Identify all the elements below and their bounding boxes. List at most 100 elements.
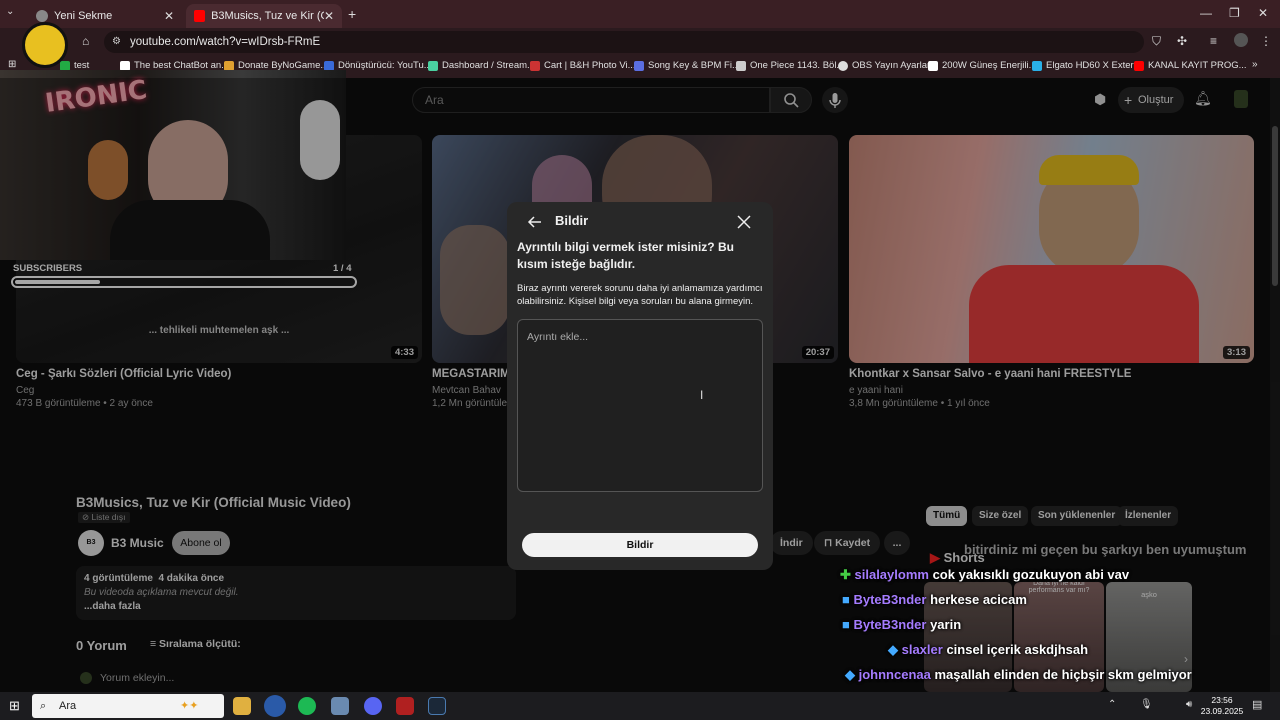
dialog-title: Bildir [555, 213, 589, 228]
elgato-icon [1032, 60, 1042, 71]
tab-label: Yeni Sekme [54, 10, 113, 22]
report-submit-button[interactable]: Bildir [522, 533, 758, 557]
report-dialog: Bildir Ayrıntılı bilgi vermek ister misi… [507, 202, 773, 570]
system-clock[interactable]: 23:56 23.09.2025 [1200, 695, 1244, 717]
bookmark-label: Cart | B&H Photo Vi... [544, 60, 636, 71]
chat-text: cinsel içerik askdjhsah [946, 642, 1089, 657]
url-text: youtube.com/watch?v=wIDrsb-FRmE [130, 36, 321, 48]
badge-icon: ◆ [845, 667, 859, 682]
tab-label: B3Musics, Tuz ve Kir (Official M [211, 10, 324, 22]
taskbar-search[interactable]: ⌕ Ara ✦✦ [32, 694, 224, 718]
song-key-icon [634, 60, 644, 71]
chat-username: ByteB3nder [853, 617, 927, 632]
chat-message: ◆ slaxler cinsel içerik askdjhsah [888, 642, 1088, 658]
close-tab-icon[interactable]: ✕ [164, 9, 174, 23]
k-icon [60, 60, 70, 71]
chat-text: herkese acicam [930, 592, 1027, 607]
screen: ⌄ Yeni Sekme ✕ B3Musics, Tuz ve Kir (Off… [0, 0, 1280, 720]
streamlabs-icon [428, 60, 438, 71]
chat-message: ■ ByteB3nder herkese acicam [842, 592, 1027, 607]
bookmark-item[interactable]: Song Key & BPM Fi... [634, 60, 740, 71]
tab-search-icon[interactable]: ⌄ [6, 6, 14, 17]
voicemeeter-icon[interactable] [396, 697, 414, 715]
windows-start-icon[interactable]: ⊞ [9, 698, 20, 714]
mic-tray-icon[interactable]: 🎙︎ [1140, 699, 1153, 710]
menu-icon[interactable]: ⋮ [1260, 34, 1272, 48]
bookmark-label: Elgato HD60 X Exter... [1046, 60, 1142, 71]
bookmark-item[interactable]: Elgato HD60 X Exter... [1032, 60, 1141, 71]
file-explorer-icon[interactable] [233, 697, 251, 715]
clock-time: 23:56 [1211, 695, 1233, 705]
bookmark-label: OBS Yayın Ayarları [852, 60, 933, 71]
chrome-icon [36, 10, 48, 22]
converter-icon [324, 60, 334, 71]
chat-message: ■ ByteB3nder yarin [842, 617, 961, 632]
badge-icon: ■ [842, 592, 854, 607]
address-bar[interactable]: ⚙ youtube.com/watch?v=wIDrsb-FRmE [104, 31, 1144, 53]
volume-icon[interactable]: 🔊︎ [1186, 699, 1192, 710]
clock-date: 23.09.2025 [1200, 706, 1244, 716]
chrome-taskbar-icon[interactable] [264, 695, 286, 717]
minimize-icon[interactable]: — [1200, 6, 1212, 20]
tab-youtube[interactable]: B3Musics, Tuz ve Kir (Official M ✕ [186, 4, 342, 28]
robot-mascot-icon [22, 22, 68, 68]
bookmark-label: One Piece 1143. Böl... [750, 60, 845, 71]
chat-message: ◆ johnncenaa maşallah elinden de hiçbşir… [845, 667, 1192, 683]
app-icon[interactable] [331, 697, 349, 715]
onepiece-icon [736, 60, 746, 71]
new-tab-icon[interactable]: + [348, 6, 356, 22]
bookmark-item[interactable]: One Piece 1143. Böl... [736, 60, 844, 71]
dialog-help-text: Biraz ayrıntı vererek sorunu daha iyi an… [517, 283, 763, 307]
back-arrow-icon[interactable] [527, 214, 543, 230]
amazon-icon [928, 60, 938, 71]
site-info-icon[interactable]: ⚙ [112, 31, 121, 53]
bookmark-item[interactable]: Dashboard / Stream... [428, 60, 535, 71]
sparkle-icon: ✦✦ [180, 700, 199, 712]
discord-icon[interactable] [364, 697, 382, 715]
bookmark-label: KANAL KAYIT PROG... [1148, 60, 1247, 71]
media-icon[interactable]: ≡ [1210, 34, 1217, 48]
youtube-icon [1134, 60, 1144, 71]
youtube-icon [194, 10, 206, 22]
bookmark-item[interactable]: Cart | B&H Photo Vi... [530, 60, 636, 71]
chat-text: yarin [930, 617, 962, 632]
badge-icon: ◆ [888, 642, 902, 657]
bookmark-item[interactable]: OBS Yayın Ayarları [838, 60, 933, 71]
chat-username: johnncenaa [858, 667, 931, 682]
browser-tab-bar: ⌄ Yeni Sekme ✕ B3Musics, Tuz ve Kir (Off… [0, 0, 1280, 28]
dialog-question: Ayrıntılı bilgi vermek ister misiniz? Bu… [517, 240, 734, 271]
steam-icon[interactable] [428, 697, 446, 715]
close-tab-icon[interactable]: ✕ [324, 9, 334, 23]
restore-icon[interactable]: ❐ [1229, 6, 1240, 20]
chat-username: silalaylomm [854, 567, 929, 582]
badge-icon: ✚ [840, 567, 855, 582]
apps-icon[interactable]: ⊞ [8, 59, 16, 70]
spotify-icon[interactable] [298, 697, 316, 715]
chat-message: ✚ silalaylomm cok yakısıklı gozukuyon ab… [840, 567, 1129, 583]
bookmark-item[interactable]: 200W Güneş Enerjili... [928, 60, 1037, 71]
more-bookmarks-icon[interactable]: » [1252, 59, 1258, 70]
details-textarea[interactable]: Ayrıntı ekle... [517, 319, 763, 492]
bookmark-label: Dönüştürücü: YouTu... [338, 60, 432, 71]
notification-center-icon[interactable]: ▤ [1252, 698, 1262, 711]
badge-icon: ■ [842, 617, 854, 632]
bookmark-item[interactable]: KANAL KAYIT PROG... [1134, 60, 1247, 71]
bookmark-label: Song Key & BPM Fi... [648, 60, 740, 71]
extensions-icon[interactable]: ✣ [1177, 34, 1187, 48]
bookmark-label: 200W Güneş Enerjili... [942, 60, 1037, 71]
details-placeholder: Ayrıntı ekle... [527, 331, 589, 343]
chat-text: bitirdiniz mi geçen bu şarkıyı ben uyumu… [964, 542, 1247, 557]
chat-text: cok yakısıklı gozukuyon abi vav [932, 567, 1130, 582]
home-icon[interactable]: ⌂ [82, 34, 89, 48]
window-close-icon[interactable]: ✕ [1258, 6, 1268, 20]
profile-avatar[interactable] [1234, 33, 1248, 47]
shield-icon[interactable]: ⛉ [1152, 34, 1161, 49]
tray-chevron-icon[interactable]: ⌃ [1108, 699, 1116, 710]
close-icon[interactable] [735, 213, 753, 231]
text-cursor-icon: I [700, 388, 704, 402]
obs-icon [838, 60, 848, 71]
search-icon: ⌕ [40, 700, 47, 712]
taskbar-search-label: Ara [59, 700, 77, 712]
chat-username: ByteB3nder [853, 592, 927, 607]
chat-text: maşallah elinden de hiçbşir skm gelmiyor [934, 667, 1192, 682]
